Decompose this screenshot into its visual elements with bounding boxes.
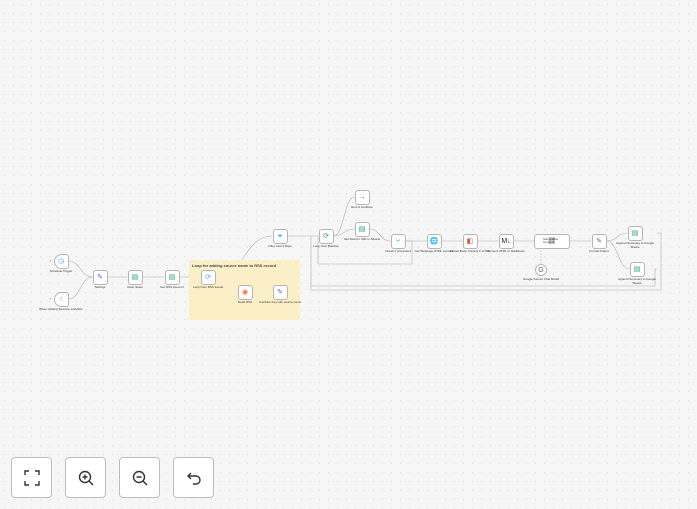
google-sheets-icon: ▤ <box>631 229 639 237</box>
node-label: Schedule Trigger <box>49 269 73 273</box>
cursor-click-icon: ☝ <box>58 295 64 303</box>
connection-schedule-settings <box>68 260 93 278</box>
node-get-rss-feed-url[interactable]: ▤ <box>164 269 180 285</box>
node-label: Filter Last 6 Days <box>268 244 292 248</box>
undo-icon <box>186 472 201 485</box>
node-convert-md[interactable]: M↓ <box>498 233 514 249</box>
node-label: Convert HTML to Markdown <box>487 249 525 253</box>
node-end[interactable]: → <box>354 189 370 205</box>
connection-loop-batches-end <box>333 196 355 237</box>
fit-view-icon <box>23 469 40 486</box>
node-clear-sheet[interactable]: ▤ <box>127 269 143 285</box>
node-extract-body[interactable]: ◧ <box>462 233 478 249</box>
node-combine-key[interactable]: ✎ <box>272 284 288 300</box>
node-append-summary[interactable]: ▤ <box>627 225 643 241</box>
loop-icon: ⟳ <box>205 273 211 281</box>
node-label: Combine Key with source name <box>258 300 302 304</box>
node-append-summary-2[interactable]: ▤ <box>629 261 645 277</box>
pencil-icon: ✎ <box>97 273 103 281</box>
node-settings[interactable]: ✎ <box>92 269 108 285</box>
globe-icon: 🌐 <box>429 237 439 245</box>
sticky-note-title: Loop for adding source name to RSS recor… <box>192 263 277 268</box>
node-loop-batches[interactable]: ⟳ <box>318 228 334 244</box>
zoom-out-button[interactable] <box>119 457 160 498</box>
html-icon: ◧ <box>466 237 474 245</box>
google-sheets-icon: ▤ <box>358 225 366 233</box>
pencil-icon: ✎ <box>277 288 283 296</box>
zoom-in-icon <box>78 470 93 485</box>
clock-icon: ◷ <box>57 257 65 265</box>
node-label: Summarize Content <box>543 236 559 245</box>
loop-back-connection <box>311 268 657 287</box>
google-sheets-icon: ▤ <box>168 273 176 281</box>
node-label: When clicking 'Execute workflow' <box>39 307 83 311</box>
node-get-webpage[interactable]: 🌐 <box>426 233 442 249</box>
pencil-icon: ✎ <box>596 237 602 245</box>
node-gemini[interactable]: G <box>535 264 547 276</box>
undo-button[interactable] <box>173 457 214 498</box>
node-label: End of workflow <box>351 205 373 209</box>
zoom-in-button[interactable] <box>65 457 106 498</box>
node-get-row[interactable]: ▤ <box>354 221 370 237</box>
google-icon: G <box>538 266 544 274</box>
trigger-bolt-icon: ⚡ <box>49 297 52 302</box>
node-read-rss[interactable]: ◉ <box>237 284 253 300</box>
node-format-output[interactable]: ✎ <box>591 233 607 249</box>
if-icon: ⑂ <box>395 237 401 245</box>
zoom-out-icon <box>132 470 147 485</box>
google-sheets-icon: ▤ <box>131 273 139 281</box>
node-label: Format Output <box>589 249 609 253</box>
trigger-bolt-icon: ⚡ <box>49 259 52 264</box>
fit-view-button[interactable] <box>11 457 52 498</box>
workflow-canvas[interactable]: ⚡⚡ <box>0 0 697 509</box>
node-schedule[interactable]: ◷ <box>53 253 69 269</box>
markdown-icon: M↓ <box>501 237 511 245</box>
filter-icon: ⏷ <box>277 232 283 240</box>
node-check-processed[interactable]: ⑂ <box>390 233 406 249</box>
arrow-right-icon: → <box>358 193 366 201</box>
node-label: Google Gemini Chat Model <box>522 276 560 281</box>
node-label: Loop Over Batches <box>313 244 339 248</box>
node-loop-rss-feeds[interactable]: ⟳ <box>200 269 216 285</box>
node-filter[interactable]: ⏷ <box>272 228 288 244</box>
loop-icon: ⟳ <box>323 232 329 240</box>
rss-icon: ◉ <box>241 288 249 296</box>
canvas-controls <box>11 457 214 498</box>
node-label: Append Summary to Google Sheets <box>618 277 656 285</box>
google-sheets-icon: ▤ <box>633 265 641 273</box>
node-label: Append Summary to Google Sheets <box>616 241 654 249</box>
connection-format-output-append-summary <box>606 232 628 242</box>
node-manual[interactable]: ☝ <box>53 291 69 307</box>
node-label: Get Row for URL in Sheets <box>343 237 381 241</box>
node-label: Loop Over RSS Feeds <box>192 285 224 289</box>
